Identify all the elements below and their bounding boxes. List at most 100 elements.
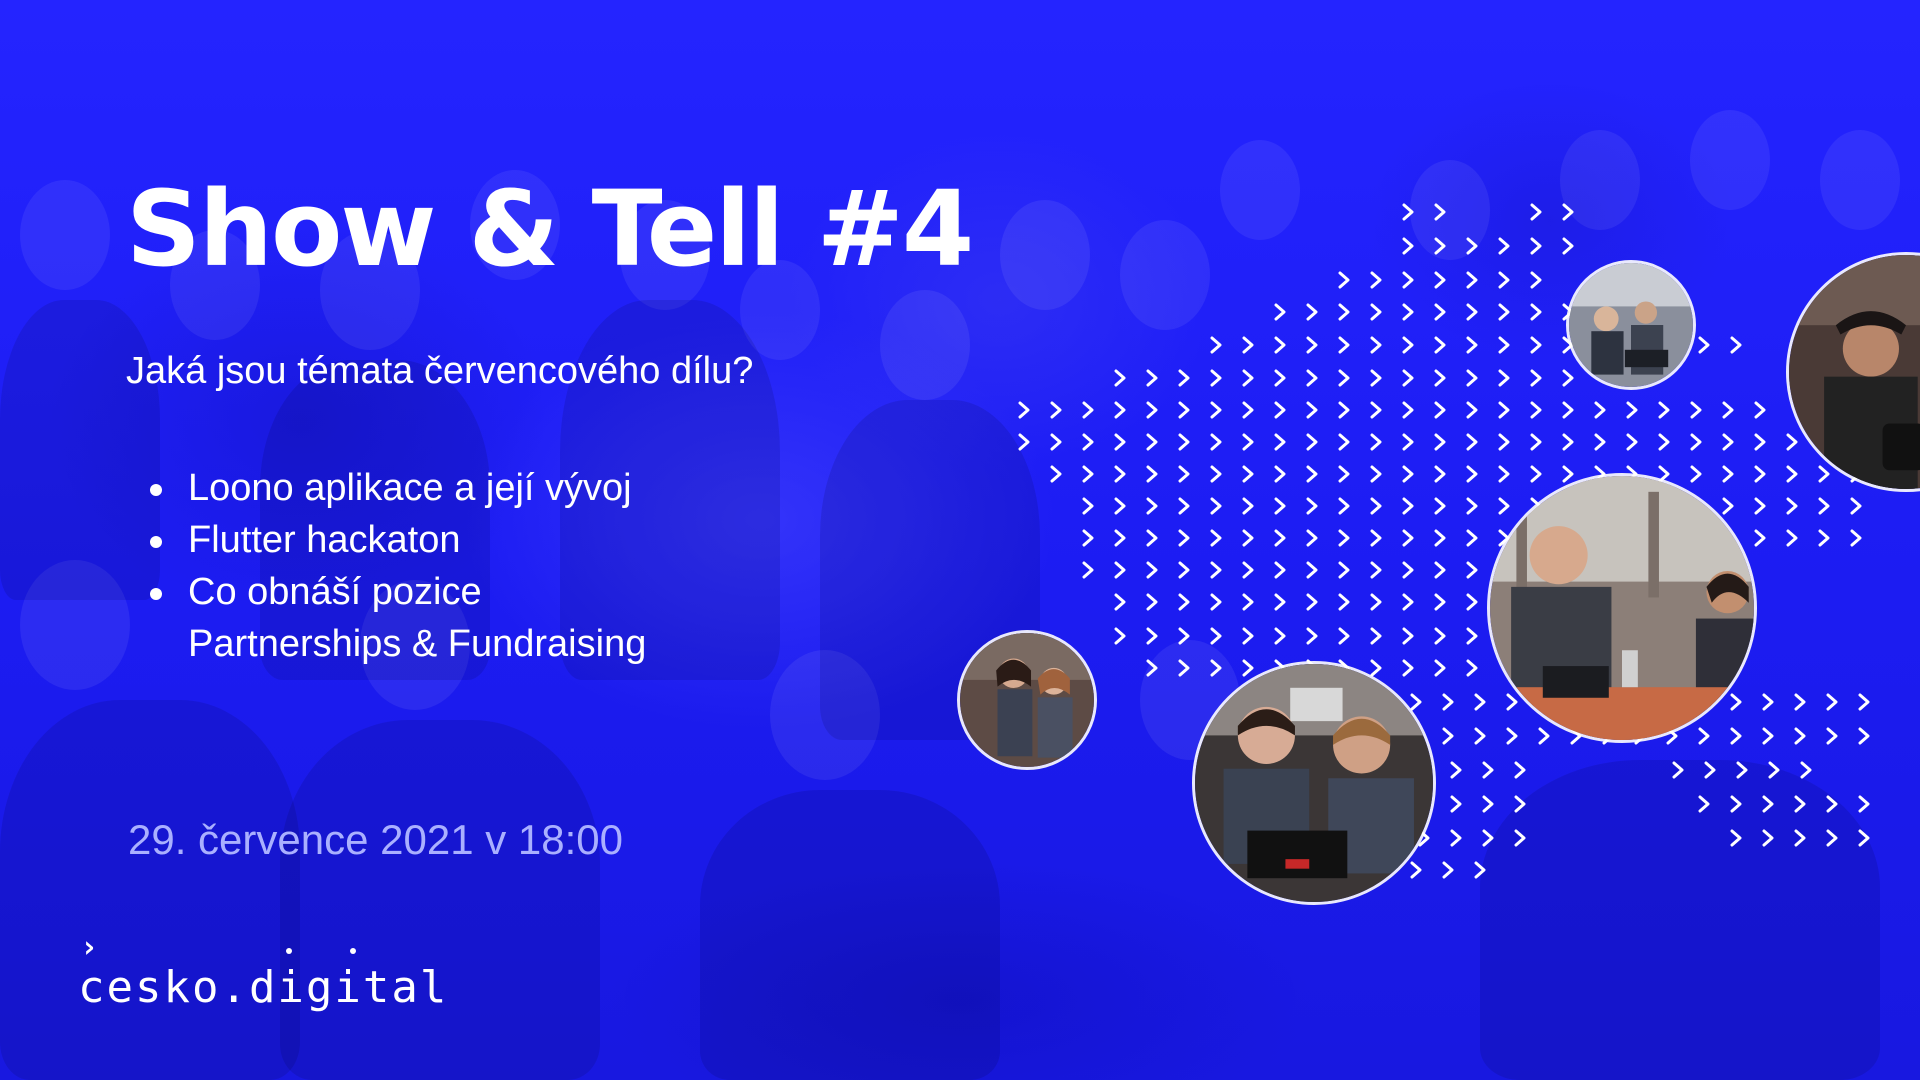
chevron-right-icon — [1466, 271, 1478, 289]
chevron-right-icon — [1762, 829, 1774, 847]
chevron-right-icon — [1114, 593, 1126, 611]
chevron-right-icon — [1498, 271, 1510, 289]
chevron-right-icon — [1794, 727, 1806, 745]
chevron-right-icon — [1466, 237, 1478, 255]
chevron-right-icon — [1450, 795, 1462, 813]
chevron-right-icon — [1338, 369, 1350, 387]
topic-text: Co obnáší pozice — [188, 571, 482, 613]
chevron-right-icon — [1370, 497, 1382, 515]
chevron-right-icon — [1434, 659, 1446, 677]
chevron-right-icon — [1794, 829, 1806, 847]
chevron-right-icon — [1242, 593, 1254, 611]
chevron-right-icon — [1338, 336, 1350, 354]
chevron-right-icon — [1562, 203, 1574, 221]
event-date: 29. července 2021 v 18:00 — [128, 816, 624, 863]
chevron-right-icon — [1306, 433, 1318, 451]
chevron-right-icon — [1274, 497, 1286, 515]
chevron-right-icon — [1754, 465, 1766, 483]
chevron-right-icon — [1370, 303, 1382, 321]
chevron-right-icon — [1274, 433, 1286, 451]
chevron-right-icon — [1274, 336, 1286, 354]
chevron-right-icon — [1306, 529, 1318, 547]
chevron-right-icon — [1082, 465, 1094, 483]
topic-text: Partnerships & Fundraising — [188, 623, 647, 665]
chevron-right-icon — [1530, 237, 1542, 255]
chevron-right-icon — [1434, 497, 1446, 515]
chevron-right-icon — [1730, 829, 1742, 847]
chevron-right-icon — [1474, 727, 1486, 745]
chevron-right-icon — [1594, 401, 1606, 419]
chevron-right-icon — [1242, 627, 1254, 645]
chevron-right-icon — [1482, 795, 1494, 813]
chevron-right-icon — [1402, 401, 1414, 419]
chevron-right-icon — [1794, 795, 1806, 813]
chevron-right-icon — [1242, 497, 1254, 515]
chevron-right-icon — [1178, 529, 1190, 547]
chevron-right-icon — [1530, 203, 1542, 221]
chevron-right-icon — [1562, 465, 1574, 483]
chevron-right-icon — [1786, 529, 1798, 547]
chevron-right-icon — [1530, 465, 1542, 483]
chevron-right-icon — [1690, 401, 1702, 419]
chevron-right-icon — [1736, 761, 1748, 779]
chevron-right-icon — [1114, 433, 1126, 451]
chevron-right-icon — [1434, 303, 1446, 321]
chevron-right-icon — [1114, 529, 1126, 547]
topic-item-continuation: Partnerships & Fundraising — [150, 618, 646, 670]
chevron-right-icon — [1210, 529, 1222, 547]
chevron-right-icon — [1210, 369, 1222, 387]
chevron-right-icon — [1730, 795, 1742, 813]
logo-dot-icon — [350, 948, 356, 954]
chevron-right-icon — [1306, 369, 1318, 387]
chevron-right-icon — [1594, 433, 1606, 451]
chevron-right-icon — [1466, 336, 1478, 354]
chevron-right-icon — [1178, 659, 1190, 677]
chevron-right-icon — [1434, 627, 1446, 645]
topics-list: Loono aplikace a její vývoj Flutter hack… — [150, 462, 646, 670]
chevron-right-icon — [1146, 497, 1158, 515]
chevron-right-icon — [1210, 627, 1222, 645]
chevron-right-icon — [1858, 693, 1870, 711]
chevron-right-icon — [1146, 627, 1158, 645]
chevron-right-icon — [1466, 561, 1478, 579]
chevron-right-icon — [1338, 401, 1350, 419]
chevron-right-icon — [1146, 401, 1158, 419]
chevron-right-icon — [1762, 727, 1774, 745]
chevron-right-icon — [1370, 529, 1382, 547]
chevron-right-icon — [1402, 659, 1414, 677]
chevron-right-icon — [1514, 795, 1526, 813]
chevron-right-icon — [1210, 401, 1222, 419]
chevron-right-icon — [1338, 593, 1350, 611]
chevron-right-icon — [1850, 529, 1862, 547]
bullet-icon — [150, 588, 162, 600]
chevron-right-icon — [1434, 433, 1446, 451]
chevron-right-icon — [1274, 465, 1286, 483]
chevron-right-icon — [1402, 465, 1414, 483]
chevron-right-icon — [1466, 433, 1478, 451]
chevron-right-icon — [1210, 593, 1222, 611]
chevron-right-icon — [1370, 433, 1382, 451]
chevron-right-icon — [1018, 433, 1030, 451]
chevron-right-icon — [1530, 303, 1542, 321]
chevron-right-icon — [1442, 861, 1454, 879]
chevron-right-icon — [1466, 659, 1478, 677]
chevron-right-icon — [1562, 433, 1574, 451]
chevron-right-icon — [1210, 465, 1222, 483]
chevron-right-icon — [1826, 693, 1838, 711]
chevron-right-icon — [1178, 465, 1190, 483]
chevron-right-icon — [1114, 561, 1126, 579]
chevron-right-icon — [1210, 433, 1222, 451]
chevron-right-icon — [1498, 401, 1510, 419]
chevron-right-icon — [1498, 465, 1510, 483]
chevron-right-icon — [1178, 627, 1190, 645]
logo-text: cesko.digital — [78, 962, 449, 1013]
chevron-right-icon — [1474, 693, 1486, 711]
slide-subtitle: Jaká jsou témata červencového dílu? — [126, 350, 754, 392]
chevron-right-icon — [1562, 401, 1574, 419]
chevron-right-icon — [1826, 829, 1838, 847]
chevron-right-icon — [1562, 369, 1574, 387]
chevron-right-icon — [1538, 727, 1550, 745]
chevron-right-icon — [1338, 465, 1350, 483]
chevron-right-icon — [1858, 727, 1870, 745]
chevron-right-icon — [1498, 369, 1510, 387]
